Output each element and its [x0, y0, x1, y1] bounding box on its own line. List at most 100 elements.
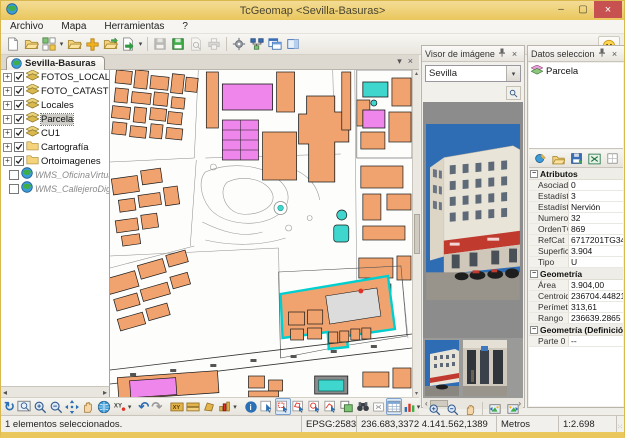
- combo-caret-icon[interactable]: ▾: [506, 66, 520, 81]
- property-row[interactable]: RefCat6717201TG3461N: [529, 235, 623, 246]
- scroll-down-icon[interactable]: ▾: [415, 390, 418, 397]
- selection-overlay-button[interactable]: [339, 398, 355, 415]
- measure-area-button[interactable]: [201, 398, 217, 415]
- maximize-button[interactable]: ▢: [572, 1, 594, 18]
- expand-icon[interactable]: +: [3, 101, 12, 110]
- layer-checkbox[interactable]: [9, 170, 19, 180]
- measure-coordinates-button[interactable]: XY: [169, 398, 185, 415]
- panel-view-button[interactable]: [284, 36, 302, 53]
- zoom-in-button[interactable]: [32, 398, 48, 415]
- document-tab[interactable]: Sevilla-Basuras: [6, 56, 105, 70]
- measure-caret[interactable]: ▾: [233, 403, 237, 411]
- building-photo[interactable]: [426, 124, 520, 300]
- import-folder-button[interactable]: [101, 36, 119, 53]
- section-header[interactable]: −Geometría: [529, 268, 623, 280]
- open-data-button[interactable]: [549, 150, 567, 167]
- layer-checkbox[interactable]: [14, 86, 24, 96]
- scroll-left-icon[interactable]: ◂: [3, 388, 7, 397]
- layer-checkbox[interactable]: [9, 184, 19, 194]
- print-preview-button[interactable]: [187, 36, 205, 53]
- layer-label[interactable]: WMS_CallejeroDigital: [35, 184, 110, 194]
- section-header[interactable]: −Atributos: [529, 168, 623, 180]
- layer-checkbox[interactable]: [14, 142, 24, 152]
- redo-button[interactable]: ↷: [150, 398, 163, 415]
- layer-label[interactable]: Ortoimagenes: [41, 156, 101, 167]
- menu-archivo[interactable]: Archivo: [1, 21, 52, 32]
- select-by-rectangle-button[interactable]: [275, 398, 291, 415]
- select-elements-button[interactable]: [259, 398, 275, 415]
- layer-tree-item[interactable]: + Locales: [1, 98, 109, 112]
- zoom-out-button[interactable]: [48, 398, 64, 415]
- refresh-map-button[interactable]: ↻: [3, 398, 16, 415]
- measure-stats-button[interactable]: [217, 398, 233, 415]
- expand-icon[interactable]: +: [3, 129, 12, 138]
- layer-checkbox[interactable]: [14, 156, 24, 166]
- property-row[interactable]: Parte 0--: [529, 336, 623, 347]
- menu-help[interactable]: ?: [173, 21, 197, 32]
- resize-grip[interactable]: ⁙: [617, 416, 624, 432]
- open-map-button[interactable]: [22, 36, 40, 53]
- minimize-button[interactable]: –: [550, 1, 572, 18]
- layer-label[interactable]: WMS_OficinaVirtualCa: [35, 170, 110, 180]
- property-row[interactable]: EstadísticNervión: [529, 202, 623, 213]
- tab-list-caret[interactable]: ▾: [397, 56, 402, 67]
- expand-icon[interactable]: +: [3, 73, 12, 82]
- new-document-button[interactable]: [4, 36, 22, 53]
- open-project-button[interactable]: [65, 36, 83, 53]
- info-button[interactable]: i: [243, 398, 259, 415]
- map-canvas[interactable]: [110, 70, 412, 397]
- thumbnail-entrance[interactable]: [463, 340, 507, 396]
- layer-label[interactable]: FOTO_CATASTRAL: [41, 86, 110, 97]
- property-row[interactable]: Rango236639.2865 41415: [529, 313, 623, 324]
- pin-icon[interactable]: [595, 48, 608, 59]
- expand-icon[interactable]: +: [3, 87, 12, 96]
- save-button[interactable]: [151, 36, 169, 53]
- expand-icon[interactable]: +: [3, 157, 12, 166]
- settings-gear-button[interactable]: [230, 36, 248, 53]
- goto-xy-button[interactable]: XY: [112, 398, 128, 415]
- pan-hand-button[interactable]: [80, 398, 96, 415]
- clear-selection-button[interactable]: [371, 398, 386, 415]
- image-viewer-header[interactable]: Visor de imágenes JPG ×: [422, 46, 524, 62]
- image-search-button[interactable]: [506, 86, 521, 100]
- grid-view-button[interactable]: [603, 150, 621, 167]
- panel-close-icon[interactable]: ×: [608, 49, 621, 59]
- map-view[interactable]: [110, 70, 412, 397]
- selected-feature-item[interactable]: Parcela: [529, 63, 623, 80]
- layer-label[interactable]: Locales: [41, 100, 74, 111]
- map-vertical-scrollbar[interactable]: ▴ ▾: [412, 70, 420, 397]
- expand-icon[interactable]: +: [3, 143, 12, 152]
- region-combobox[interactable]: Sevilla ▾: [425, 65, 521, 82]
- property-row[interactable]: Numero32: [529, 213, 623, 224]
- panel-close-icon[interactable]: ×: [508, 49, 521, 59]
- export-button[interactable]: [119, 36, 137, 53]
- attribute-table-button[interactable]: [386, 398, 402, 415]
- update-data-button[interactable]: [531, 150, 549, 167]
- property-row[interactable]: Perímetr313,61: [529, 302, 623, 313]
- layer-tree-item[interactable]: + FOTO_CATASTRAL: [1, 84, 109, 98]
- toc-horizontal-scrollbar[interactable]: ◂ ▸: [1, 386, 110, 397]
- property-row[interactable]: Estadístic3: [529, 191, 623, 202]
- save-as-button[interactable]: [169, 36, 187, 53]
- measure-distance-button[interactable]: [185, 398, 201, 415]
- layer-tree-item-wms[interactable]: WMS_CallejeroDigital: [1, 182, 109, 196]
- property-row[interactable]: TipoU: [529, 257, 623, 268]
- print-button[interactable]: [205, 36, 223, 53]
- layer-tree-item-wms[interactable]: WMS_OficinaVirtualCa: [1, 168, 109, 182]
- world-view-button[interactable]: [96, 398, 112, 415]
- collapse-icon[interactable]: −: [530, 270, 538, 278]
- photo-display-area[interactable]: [423, 102, 523, 338]
- selected-data-header[interactable]: Datos seleccionado... ×: [528, 46, 624, 62]
- layer-tree-item[interactable]: + CU1: [1, 126, 109, 140]
- menu-mapa[interactable]: Mapa: [52, 21, 95, 32]
- scroll-right-icon[interactable]: ▸: [103, 388, 107, 397]
- layer-checkbox[interactable]: [14, 72, 24, 82]
- pan-arrows-button[interactable]: [64, 398, 80, 415]
- close-button[interactable]: ×: [594, 1, 622, 18]
- save-data-button[interactable]: [567, 150, 585, 167]
- layer-tree-item[interactable]: + Cartografía: [1, 140, 109, 154]
- menu-herramientas[interactable]: Herramientas: [95, 21, 173, 32]
- export-table-button[interactable]: [585, 150, 603, 167]
- undo-button[interactable]: ↶: [137, 398, 150, 415]
- find-binoculars-button[interactable]: [355, 398, 371, 415]
